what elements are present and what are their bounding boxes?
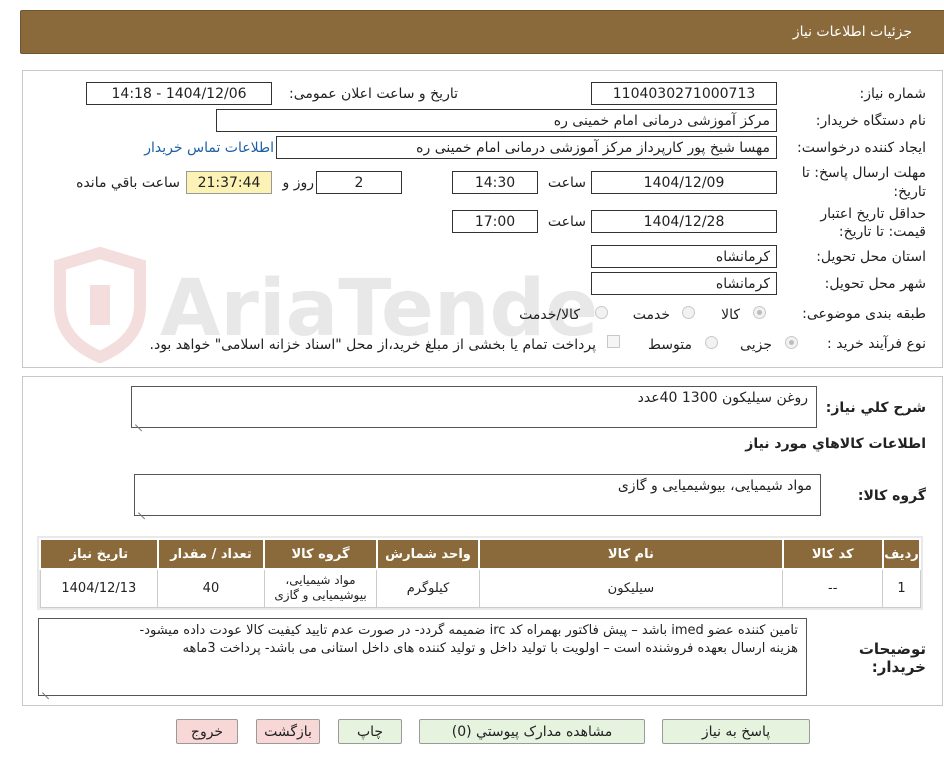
summary-label: شرح کلي نياز:: [825, 400, 926, 416]
buyer-field: مرکز آموزشی درمانی امام خمینی ره: [216, 109, 777, 132]
resize-grip-icon[interactable]: [138, 505, 146, 513]
creator-field: مهسا شیخ پور کارپرداز مرکز آموزشی درمانی…: [276, 136, 777, 159]
back-button[interactable]: بازگشت: [256, 719, 320, 744]
city-label: شهر محل تحویل:: [824, 276, 926, 292]
category-goods-label: کالا: [721, 307, 740, 323]
cell-code: --: [782, 568, 884, 608]
summary-textarea[interactable]: روغن سیلیکون 1300 40عدد: [131, 386, 817, 428]
col-unit: واحد شمارش: [375, 538, 481, 570]
process-medium-radio[interactable]: [705, 336, 718, 349]
deadline-time-label: ساعت: [547, 175, 586, 191]
process-medium-label: متوسط: [648, 337, 692, 353]
cell-group-line2: بیوشیمیایی و گازی: [274, 588, 367, 603]
deadline-time-field: 14:30: [452, 171, 538, 194]
province-label: استان محل تحویل:: [816, 249, 926, 265]
col-date: تاریخ نیاز: [39, 538, 159, 570]
city-field: کرمانشاه: [591, 272, 777, 295]
col-name: نام کالا: [478, 538, 784, 570]
resize-grip-icon[interactable]: [135, 417, 143, 425]
treasury-payment-note: پرداخت تمام یا بخشی از مبلغ خرید،از محل …: [149, 337, 596, 353]
validity-time-field: 17:00: [452, 210, 538, 233]
notes-label: توضیحات: [858, 640, 926, 658]
cell-unit: کیلوگرم: [376, 568, 480, 608]
validity-date-field: 1404/12/28: [591, 210, 777, 233]
days-label: روز و: [282, 175, 315, 191]
summary-text: روغن سیلیکون 1300 40عدد: [637, 390, 808, 406]
reply-button[interactable]: پاسخ به نیاز: [662, 719, 810, 744]
cell-group: مواد شیمیایی، بیوشیمیایی و گازی: [263, 568, 378, 608]
announce-label: تاریخ و ساعت اعلان عمومی:: [289, 86, 458, 102]
table-row: 1 -- سیلیکون کیلوگرم مواد شیمیایی، بیوشی…: [39, 568, 921, 608]
col-group: گروه کالا: [263, 538, 378, 570]
category-both-label: کالا/خدمت: [519, 307, 580, 323]
page-header: جزئیات اطلاعات نیاز: [20, 10, 944, 54]
validity-time-label: ساعت: [547, 214, 586, 230]
days-remaining-field: 2: [316, 171, 402, 194]
buyer-contact-link[interactable]: اطلاعات تماس خریدار: [144, 140, 274, 156]
col-row: ردیف: [881, 538, 922, 570]
notes-line-1: تامین کننده عضو imed باشد – پیش فاکتور ب…: [139, 623, 799, 638]
table-header-row: ردیف کد کالا نام کالا واحد شمارش گروه کا…: [39, 538, 922, 570]
province-field: کرمانشاه: [591, 245, 777, 268]
view-attachments-button[interactable]: مشاهده مدارک پیوستي (0): [419, 719, 645, 744]
col-qty: تعداد / مقدار: [156, 538, 266, 570]
process-minor-label: جزیی: [740, 337, 772, 353]
remaining-label: ساعت باقي مانده: [76, 175, 180, 191]
buyer-label: نام دستگاه خریدار:: [815, 113, 926, 129]
cell-qty: 40: [157, 568, 265, 608]
category-label: طبقه بندی موضوعی:: [802, 306, 926, 322]
group-textarea[interactable]: مواد شیمیایی، بیوشیمیایی و گازی: [134, 474, 821, 516]
print-button[interactable]: چاپ: [338, 719, 402, 744]
process-minor-radio[interactable]: [785, 336, 798, 349]
cell-date: 1404/12/13: [39, 568, 159, 608]
page-title: جزئیات اطلاعات نیاز: [792, 24, 912, 40]
category-service-radio[interactable]: [682, 306, 695, 319]
category-service-label: خدمت: [632, 307, 670, 323]
announce-datetime-field: 1404/12/06 - 14:18: [86, 82, 272, 105]
notes-textarea[interactable]: تامین کننده عضو imed باشد – پیش فاکتور ب…: [38, 618, 807, 696]
items-table: ردیف کد کالا نام کالا واحد شمارش گروه کا…: [37, 536, 923, 610]
resize-grip-icon[interactable]: [42, 685, 50, 693]
notes-line-2: هزینه ارسال بعهده فروشنده است – اولویت ب…: [182, 641, 798, 656]
category-both-radio[interactable]: [595, 306, 608, 319]
need-number-field: 1104030271000713: [591, 82, 777, 105]
need-number-label: شماره نیاز:: [859, 86, 927, 102]
category-goods-radio[interactable]: [753, 306, 766, 319]
exit-button[interactable]: خروج: [176, 719, 238, 744]
validity-label-date: قیمت: تا تاریخ:: [838, 224, 926, 240]
group-text: مواد شیمیایی، بیوشیمیایی و گازی: [617, 478, 812, 494]
cell-group-line1: مواد شیمیایی،: [285, 573, 356, 588]
deadline-date-field: 1404/12/09: [591, 171, 777, 194]
validity-label: حداقل تاریخ اعتبار: [820, 206, 926, 222]
cell-row: 1: [882, 568, 921, 608]
process-label: نوع فرآیند خرید :: [827, 336, 926, 352]
remaining-time-field: 21:37:44: [186, 171, 272, 194]
cell-name: سیلیکون: [478, 568, 784, 608]
notes-label-buyer: خریدار:: [871, 658, 926, 676]
treasury-payment-checkbox[interactable]: [607, 335, 620, 348]
deadline-label-date: تاریخ:: [893, 184, 926, 200]
creator-label: ایجاد کننده درخواست:: [797, 140, 926, 156]
col-code: کد کالا: [781, 538, 884, 570]
group-label: گروه کالا:: [857, 488, 926, 504]
deadline-label: مهلت ارسال پاسخ: تا: [801, 165, 926, 181]
goods-info-title: اطلاعات کالاهاي مورد نياز: [745, 436, 926, 452]
